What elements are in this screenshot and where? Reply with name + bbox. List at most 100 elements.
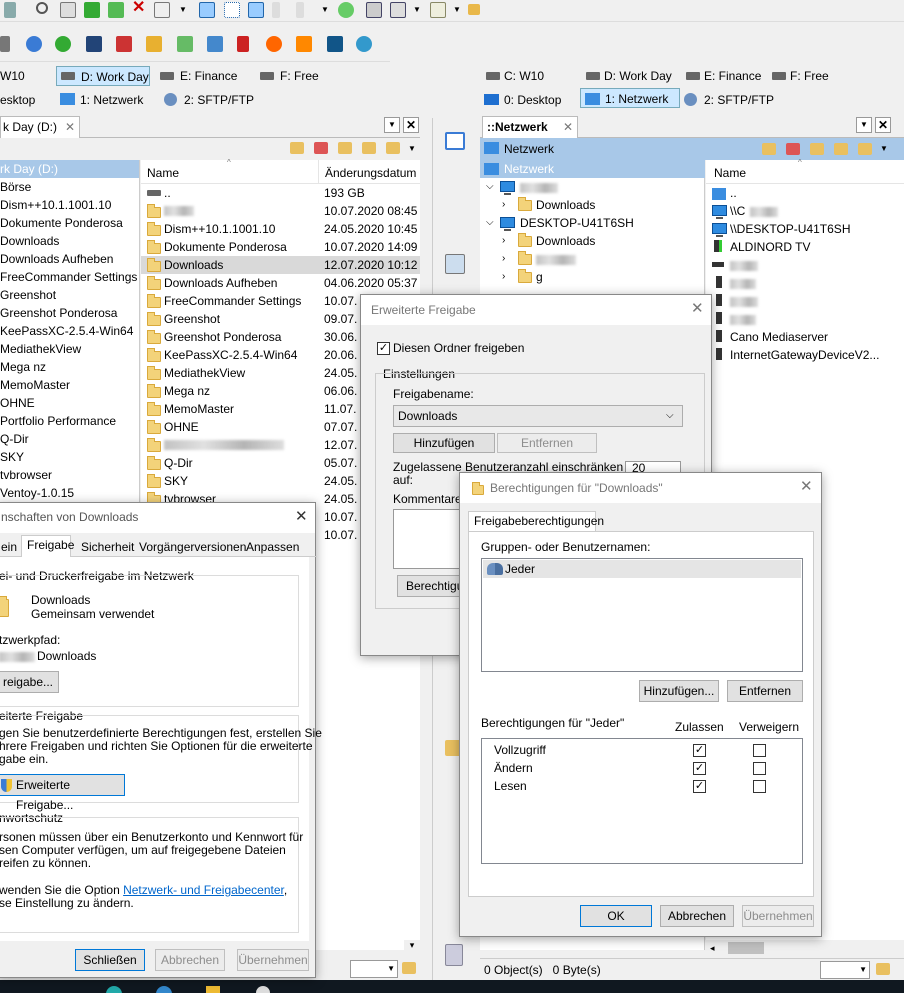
list-item-label[interactable]: ALDINORD TV: [730, 238, 810, 256]
network-tab[interactable]: 1: Netzwerk: [580, 88, 680, 108]
book-icon[interactable]: [237, 36, 249, 52]
column-date-header[interactable]: Änderungsdatum: [325, 164, 416, 182]
search-icon[interactable]: [36, 2, 48, 14]
deny-checkbox[interactable]: [753, 762, 766, 775]
taskbar-app-icon[interactable]: [106, 986, 122, 993]
left-vscrollbar[interactable]: ▾: [404, 940, 420, 956]
table-row[interactable]: Downloads Aufheben 04.06.2020 05:37: [141, 274, 420, 292]
tab-netzwerk[interactable]: ::Netzwerk ✕: [482, 116, 578, 138]
folder-star-icon[interactable]: [290, 142, 304, 154]
folder-options-icon[interactable]: [858, 143, 872, 155]
tree-item[interactable]: Ventoy-1.0.15: [0, 484, 139, 502]
view-small-icon[interactable]: [224, 2, 240, 18]
close-panel-button[interactable]: ✕: [875, 117, 891, 133]
taskbar-app-icon[interactable]: [156, 986, 172, 993]
drive-c-tab[interactable]: W10: [0, 66, 25, 86]
drive-d-tab[interactable]: D: Work Day: [56, 66, 150, 86]
view-large-icon[interactable]: [199, 2, 215, 18]
scroll-left-icon[interactable]: ◂: [710, 939, 715, 957]
tree-item[interactable]: Dokumente Ponderosa: [0, 214, 139, 232]
folder-red-icon[interactable]: [314, 142, 328, 154]
sftp-tab[interactable]: 2: SFTP/FTP: [684, 90, 774, 110]
expand-arrow-icon[interactable]: ›: [502, 196, 505, 214]
desktop-tab[interactable]: 0: Desktop: [484, 90, 561, 110]
table-row[interactable]: Dism++10.1.1001.10 24.05.2020 10:45: [141, 220, 420, 238]
new-file-icon[interactable]: [84, 2, 100, 18]
close-icon[interactable]: ✕: [295, 509, 308, 525]
app-icon[interactable]: [327, 36, 343, 52]
filter-dropdown[interactable]: ▼: [350, 960, 398, 978]
list-item-label[interactable]: InternetGatewayDeviceV2...: [730, 346, 879, 364]
copy-icon[interactable]: [108, 2, 124, 18]
folder-options-icon[interactable]: [386, 142, 400, 154]
dropdown-icon[interactable]: ▼: [453, 1, 461, 19]
filter-icon[interactable]: [402, 962, 416, 974]
tree-item[interactable]: Downloads: [0, 232, 139, 250]
close-icon[interactable]: ✕: [691, 301, 704, 317]
expand-arrow-icon[interactable]: ›: [502, 250, 505, 268]
list-item-label[interactable]: \\DESKTOP-U41T6SH: [730, 220, 850, 238]
mm-icon[interactable]: [116, 36, 132, 52]
tree-item[interactable]: Greenshot Ponderosa: [0, 304, 139, 322]
remove-button[interactable]: Entfernen: [497, 433, 597, 453]
add-button[interactable]: Hinzufügen: [393, 433, 495, 453]
expand-arrow-icon[interactable]: ›: [502, 268, 505, 286]
chart-icon[interactable]: [146, 36, 162, 52]
app-icon[interactable]: [55, 36, 71, 52]
filter-dropdown[interactable]: ▼: [820, 961, 870, 979]
right-hscrollbar[interactable]: ◂: [706, 940, 904, 956]
drive-f-tab[interactable]: F: Free: [260, 66, 319, 86]
add-button[interactable]: Hinzufügen...: [639, 680, 719, 702]
expand-arrow-icon[interactable]: ⌵: [486, 178, 494, 196]
tree-item[interactable]: Greenshot: [0, 286, 139, 304]
cancel-button[interactable]: Abbrechen: [660, 905, 734, 927]
tab-sicherheit[interactable]: Sicherheit: [81, 538, 134, 556]
folder-new-icon[interactable]: [362, 142, 376, 154]
dropdown-icon[interactable]: ▼: [321, 1, 329, 19]
pulse-icon[interactable]: [86, 36, 102, 52]
expand-arrow-icon[interactable]: ⌵: [486, 214, 494, 232]
tree-item[interactable]: Downloads Aufheben: [0, 250, 139, 268]
list-item-label[interactable]: \\C: [730, 202, 745, 220]
drive-c-tab[interactable]: C: W10: [484, 66, 544, 86]
app-icon[interactable]: [0, 36, 10, 52]
app-icon[interactable]: [296, 36, 312, 52]
comments-textarea[interactable]: [393, 509, 463, 569]
favorites-icon[interactable]: [468, 4, 480, 15]
tree-item[interactable]: MediathekView: [0, 340, 139, 358]
tree-label[interactable]: g: [536, 268, 543, 286]
tab-menu-button[interactable]: ▼: [384, 117, 400, 133]
filter-icon[interactable]: [876, 963, 890, 975]
tab-work-day[interactable]: k Day (D:) ✕: [0, 116, 80, 138]
close-panel-button[interactable]: ✕: [403, 117, 419, 133]
table-row[interactable]: Downloads 12.07.2020 10:12: [141, 256, 420, 274]
folder-star-icon[interactable]: [762, 143, 776, 155]
app-icon[interactable]: [356, 36, 372, 52]
close-icon[interactable]: ✕: [65, 118, 75, 136]
expand-arrow-icon[interactable]: ›: [502, 232, 505, 250]
view-thumb-icon[interactable]: [296, 2, 304, 18]
tree-item[interactable]: SKY: [0, 448, 139, 466]
edit-icon[interactable]: [60, 2, 76, 18]
tree-label[interactable]: Downloads: [536, 232, 595, 250]
view-details-icon[interactable]: [272, 2, 280, 18]
drive-e-tab[interactable]: E: Finance: [160, 66, 237, 86]
tree-label[interactable]: DESKTOP-U41T6SH: [520, 214, 634, 232]
tree-item[interactable]: KeePassXC-2.5.4-Win64: [0, 322, 139, 340]
ok-button[interactable]: OK: [580, 905, 652, 927]
tree-item[interactable]: OHNE: [0, 394, 139, 412]
notes-icon[interactable]: [430, 2, 446, 18]
spreadsheet-icon[interactable]: [177, 36, 193, 52]
view-list-icon[interactable]: [248, 2, 264, 18]
zoom-icon[interactable]: [445, 254, 465, 274]
share-name-select[interactable]: Downloads ⌵: [393, 405, 683, 427]
tree-item[interactable]: Börse: [0, 178, 139, 196]
share-button[interactable]: reigabe...: [0, 671, 59, 693]
dropdown-icon[interactable]: ▼: [408, 140, 416, 158]
delete-icon[interactable]: ✕: [132, 0, 145, 17]
recycle-bin-icon[interactable]: [445, 944, 463, 966]
dropdown-icon[interactable]: ▼: [413, 1, 421, 19]
tab-vorgaenger[interactable]: Vorgängerversionen: [139, 538, 246, 556]
tab-menu-button[interactable]: ▼: [856, 117, 872, 133]
column-name-header[interactable]: Name: [147, 164, 179, 182]
